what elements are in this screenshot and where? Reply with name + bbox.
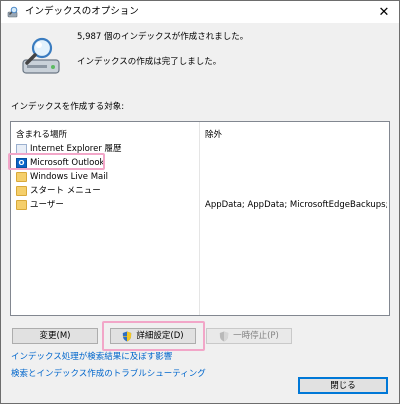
indexing-options-icon	[7, 6, 18, 18]
list-item[interactable]: ユーザー AppData; AppData; MicrosoftEdgeBack…	[11, 199, 389, 211]
close-icon: ✕	[378, 4, 390, 20]
pause-button-label: 一時停止(P)	[233, 331, 279, 341]
close-window-button[interactable]: ✕	[369, 1, 399, 23]
location-name: Windows Live Mail	[30, 172, 108, 182]
indexing-status-text: インデックスの作成は完了しました。	[77, 57, 222, 67]
location-exclude: AppData; AppData; MicrosoftEdgeBackups; …	[205, 200, 387, 210]
indexed-locations-label: インデックスを作成する対象:	[11, 102, 125, 112]
title-bar[interactable]: インデックスのオプション ✕	[1, 1, 399, 23]
folder-icon	[16, 200, 27, 210]
indexing-affects-search-link[interactable]: インデックス処理が検索結果に及ぼす影響	[11, 351, 172, 363]
list-item[interactable]: スタート メニュー	[11, 185, 389, 197]
troubleshoot-link[interactable]: 検索とインデックス作成のトラブルシューティング	[11, 368, 206, 380]
exclude-header: 除外	[205, 130, 223, 140]
pause-button[interactable]: 一時停止(P)	[206, 328, 292, 344]
included-locations-header: 含まれる場所	[16, 130, 68, 140]
folder-icon	[16, 172, 27, 182]
list-item[interactable]: Windows Live Mail	[11, 171, 389, 183]
close-button[interactable]: 閉じる	[298, 377, 388, 394]
advanced-highlight-box	[102, 321, 205, 351]
modify-button[interactable]: 変更(M)	[12, 328, 98, 344]
indexing-status-icon	[22, 37, 60, 74]
location-name: スタート メニュー	[30, 186, 101, 196]
indexed-item-count: 5,987 個のインデックスが作成されました。	[77, 32, 249, 42]
folder-icon	[16, 186, 27, 196]
location-name: ユーザー	[30, 200, 64, 210]
indexed-locations-list[interactable]: 含まれる場所 除外 Internet Explorer 履歴 O Microso…	[10, 121, 390, 316]
indexing-options-window: インデックスのオプション ✕ 5,987 個のインデックスが作成されました。 イ…	[0, 0, 400, 404]
shield-icon	[219, 331, 229, 341]
outlook-highlight-box	[8, 153, 105, 170]
window-title: インデックスのオプション	[25, 6, 139, 17]
